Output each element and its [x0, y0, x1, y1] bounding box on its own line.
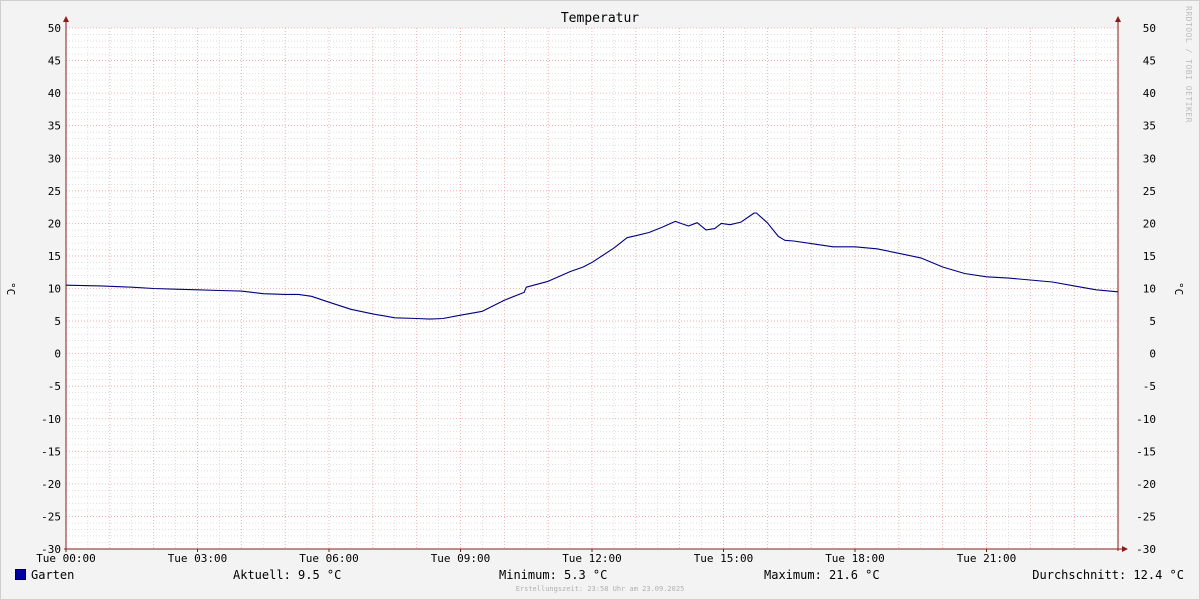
- y-tick-label-right: -20: [1136, 478, 1156, 491]
- legend-swatch: [15, 569, 26, 580]
- y-tick-label-right: 40: [1143, 87, 1156, 100]
- y-tick-label-left: 15: [48, 250, 61, 263]
- legend-series-name: Garten: [31, 568, 75, 582]
- y-tick-label-left: 5: [54, 315, 61, 328]
- y-tick-label-right: 25: [1143, 185, 1156, 198]
- chart-plot: 50 5045 4540 4035 3530 3025 2520 2015 1510 105 50 0…: [36, 16, 1156, 565]
- x-tick-label: Tue 03:00: [168, 552, 228, 565]
- x-axis-arrow: [1122, 546, 1128, 552]
- y-tick-label-right: -30: [1136, 543, 1156, 556]
- legend-current: Aktuell: 9.5 °C: [233, 568, 342, 582]
- y-axis-arrow-left: [63, 16, 69, 22]
- x-tick-label: Tue 12:00: [562, 552, 622, 565]
- y-tick-label-left: -10: [41, 413, 61, 426]
- y-tick-label-right: 35: [1143, 120, 1156, 133]
- y-tick-label-right: 45: [1143, 55, 1156, 68]
- y-tick-label-left: 50: [48, 22, 61, 35]
- creation-time-footer: Erstellungszeit: 23:58 Uhr am 23.09.2025: [515, 585, 685, 593]
- y-tick-label-right: -5: [1143, 380, 1156, 393]
- y-tick-label-left: 30: [48, 152, 61, 165]
- x-tick-label: Tue 09:00: [431, 552, 491, 565]
- y-tick-label-left: -15: [41, 445, 61, 458]
- x-tick-label: Tue 06:00: [299, 552, 359, 565]
- y-tick-label-right: 0: [1149, 348, 1156, 361]
- y-tick-label-left: 45: [48, 55, 61, 68]
- x-tick-label: Tue 00:00: [36, 552, 96, 565]
- y-tick-label-left: -5: [48, 380, 61, 393]
- x-tick-label: Tue 21:00: [957, 552, 1017, 565]
- y-tick-label-right: 50: [1143, 22, 1156, 35]
- legend-entry-garten: Garten: [15, 568, 74, 582]
- y-tick-label-right: 15: [1143, 250, 1156, 263]
- y-tick-label-left: 10: [48, 283, 61, 296]
- legend-minimum: Minimum: 5.3 °C: [499, 568, 608, 582]
- y-tick-label-right: 30: [1143, 152, 1156, 165]
- y-tick-label-left: 40: [48, 87, 61, 100]
- y-tick-label-right: -15: [1136, 445, 1156, 458]
- y-tick-label-right: -10: [1136, 413, 1156, 426]
- y-axis-arrow-right: [1115, 16, 1121, 22]
- y-tick-label-right: 20: [1143, 217, 1156, 230]
- y-tick-label-left: 0: [54, 348, 61, 361]
- y-tick-label-right: 10: [1143, 283, 1156, 296]
- y-tick-label-right: -25: [1136, 510, 1156, 523]
- y-tick-label-left: -25: [41, 510, 61, 523]
- y-tick-label-left: -20: [41, 478, 61, 491]
- y-tick-label-left: 25: [48, 185, 61, 198]
- legend-average: Durchschnitt: 12.4 °C: [1032, 568, 1184, 582]
- legend-maximum: Maximum: 21.6 °C: [764, 568, 880, 582]
- x-tick-label: Tue 18:00: [825, 552, 885, 565]
- x-tick-label: Tue 15:00: [694, 552, 754, 565]
- y-tick-label-left: 35: [48, 120, 61, 133]
- y-tick-label-right: 5: [1149, 315, 1156, 328]
- y-tick-label-left: 20: [48, 217, 61, 230]
